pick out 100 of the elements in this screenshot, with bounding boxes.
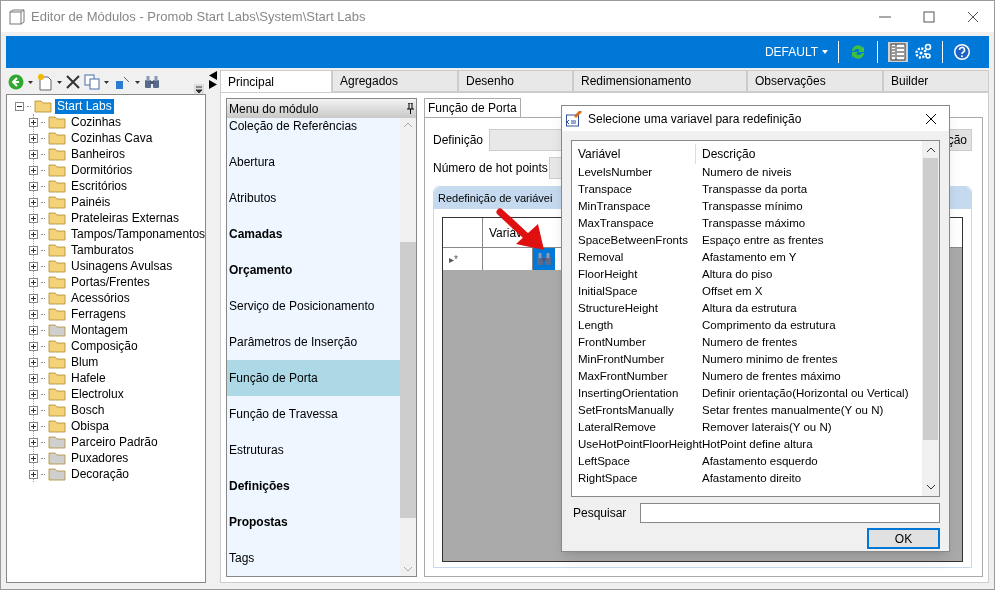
tree-item[interactable]: Dormitórios — [69, 161, 133, 179]
tree-item[interactable]: Start Labs — [55, 98, 114, 114]
variable-name[interactable]: MaxFrontNumber — [578, 367, 702, 386]
variable-description[interactable]: Transpasse mínimo — [702, 197, 803, 216]
expand-icon[interactable] — [29, 213, 38, 223]
collapse-icon[interactable] — [15, 101, 24, 111]
tree-item[interactable]: Puxadores — [69, 449, 129, 467]
variable-name[interactable]: Removal — [578, 248, 702, 267]
menu-item[interactable]: Orçamento — [227, 252, 400, 288]
variable-description[interactable]: Afastamento em Y — [702, 248, 797, 267]
ok-button[interactable]: OK — [867, 528, 940, 549]
tree-item[interactable]: Parceiro Padrão — [69, 433, 158, 451]
variable-description[interactable]: Transpasse da porta — [702, 180, 808, 199]
expand-icon[interactable] — [29, 165, 38, 175]
tree-item[interactable]: Escritórios — [69, 177, 127, 195]
close-icon[interactable] — [966, 9, 980, 24]
scrollbar[interactable] — [922, 141, 939, 496]
delete-icon[interactable] — [66, 75, 80, 89]
caret-icon[interactable] — [57, 80, 62, 84]
variable-description[interactable]: Remover laterais(Y ou N) — [702, 418, 832, 437]
variable-description[interactable]: Offset em X — [702, 282, 763, 301]
expand-icon[interactable] — [29, 261, 38, 271]
tree-item[interactable]: Usinagens Avulsas — [69, 257, 173, 275]
variable-name[interactable]: FloorHeight — [578, 265, 702, 284]
variable-description[interactable]: Comprimento da estrutura — [702, 316, 836, 335]
variable-description[interactable]: Definir orientação(Horizontal ou Vertical) — [702, 384, 909, 403]
settings-icon[interactable] — [914, 43, 932, 61]
variable-description[interactable]: Numero de frentes — [702, 333, 798, 352]
menu-item[interactable]: Função de Travessa — [227, 396, 400, 432]
variable-name[interactable]: MaxTranspace — [578, 214, 702, 233]
tree-item[interactable]: Tamburatos — [69, 241, 134, 259]
caret-icon[interactable] — [135, 80, 140, 84]
expand-icon[interactable] — [29, 437, 38, 447]
tab[interactable]: Observações — [747, 70, 883, 92]
variable-description[interactable]: Numero de niveis — [702, 163, 792, 182]
variable-description[interactable]: Altura da estrutura — [702, 299, 797, 318]
pin-icon[interactable] — [407, 103, 414, 114]
overflow-icon[interactable] — [194, 84, 204, 94]
search-field[interactable] — [640, 503, 940, 523]
tree-item[interactable]: Portas/Frentes — [69, 273, 150, 291]
variable-name[interactable]: LeftSpace — [578, 452, 702, 471]
column-header[interactable]: Descrição — [696, 145, 756, 163]
variable-name[interactable]: SetFrontsManually — [578, 401, 702, 420]
tree-item[interactable]: Obispa — [69, 417, 110, 435]
expand-icon[interactable] — [29, 229, 38, 239]
variable-name[interactable]: UseHotPointFloorHeight — [578, 435, 702, 454]
menu-item[interactable]: Serviço de Posicionamento — [227, 288, 400, 324]
menu-item[interactable]: Função de Porta — [227, 360, 400, 396]
tab[interactable]: Principal — [220, 70, 332, 92]
binoculars-icon[interactable] — [144, 75, 160, 89]
expand-icon[interactable] — [29, 341, 38, 351]
variable-description[interactable]: Espaço entre as frentes — [702, 231, 824, 250]
profile-dropdown[interactable]: DEFAULT — [764, 43, 828, 61]
variable-name[interactable]: Length — [578, 316, 702, 335]
variable-name[interactable]: LevelsNumber — [578, 163, 702, 182]
tab[interactable]: Desenho — [458, 70, 573, 92]
tree-item[interactable]: Ferragens — [69, 305, 126, 323]
menu-item[interactable]: Definições — [227, 468, 400, 504]
collapse-left-icon[interactable] — [209, 71, 217, 80]
column-header[interactable]: Variável — [578, 144, 696, 164]
close-icon[interactable] — [925, 112, 937, 125]
expand-icon[interactable] — [29, 325, 38, 335]
menu-item[interactable]: Propostas — [227, 504, 400, 540]
tree-item[interactable]: Acessórios — [69, 289, 130, 307]
panel-layout-icon[interactable] — [888, 42, 908, 62]
variable-description[interactable]: Afastamento esquerdo — [702, 452, 818, 471]
variable-name[interactable]: StructureHeight — [578, 299, 702, 318]
tree-item[interactable]: Painéis — [69, 193, 111, 211]
expand-icon[interactable] — [29, 149, 38, 159]
variable-name[interactable]: MinTranspace — [578, 197, 702, 216]
variable-name[interactable]: InitialSpace — [578, 282, 702, 301]
menu-item[interactable]: Atributos — [227, 180, 400, 216]
caret-icon[interactable] — [104, 80, 109, 84]
tab[interactable]: Redimensionamento — [573, 70, 747, 92]
variable-name[interactable]: RightSpace — [578, 469, 702, 488]
expand-right-icon[interactable] — [209, 80, 217, 89]
variable-description[interactable]: Numero minimo de frentes — [702, 350, 838, 369]
variable-description[interactable]: Numero de frentes máximo — [702, 367, 841, 386]
variable-name[interactable]: FrontNumber — [578, 333, 702, 352]
scroll-down-icon[interactable] — [926, 485, 935, 490]
tree-item[interactable]: Prateleiras Externas — [69, 209, 180, 227]
menu-item[interactable]: Parâmetros de Inserção — [227, 324, 400, 360]
expand-icon[interactable] — [29, 293, 38, 303]
menu-item[interactable]: Abertura — [227, 144, 400, 180]
tab[interactable]: Builder — [883, 70, 989, 92]
expand-icon[interactable] — [29, 181, 38, 191]
tree-item[interactable]: Tampos/Tamponamentos — [69, 225, 206, 243]
menu-item[interactable]: Tags — [227, 540, 400, 576]
expand-icon[interactable] — [29, 421, 38, 431]
variable-description[interactable]: Afastamento direito — [702, 469, 802, 488]
variable-name[interactable]: LateralRemove — [578, 418, 702, 437]
variable-description[interactable]: HotPoint define altura — [702, 435, 813, 454]
menu-item[interactable]: Estruturas — [227, 432, 400, 468]
tree-item[interactable]: Electrolux — [69, 385, 124, 403]
variable-name[interactable]: Transpace — [578, 180, 702, 199]
expand-icon[interactable] — [29, 453, 38, 463]
expand-icon[interactable] — [29, 469, 38, 479]
tree-item[interactable]: Blum — [69, 353, 99, 371]
menu-item[interactable]: Coleção de Referências — [227, 118, 400, 144]
sub-tab[interactable]: Função de Porta — [424, 98, 521, 117]
